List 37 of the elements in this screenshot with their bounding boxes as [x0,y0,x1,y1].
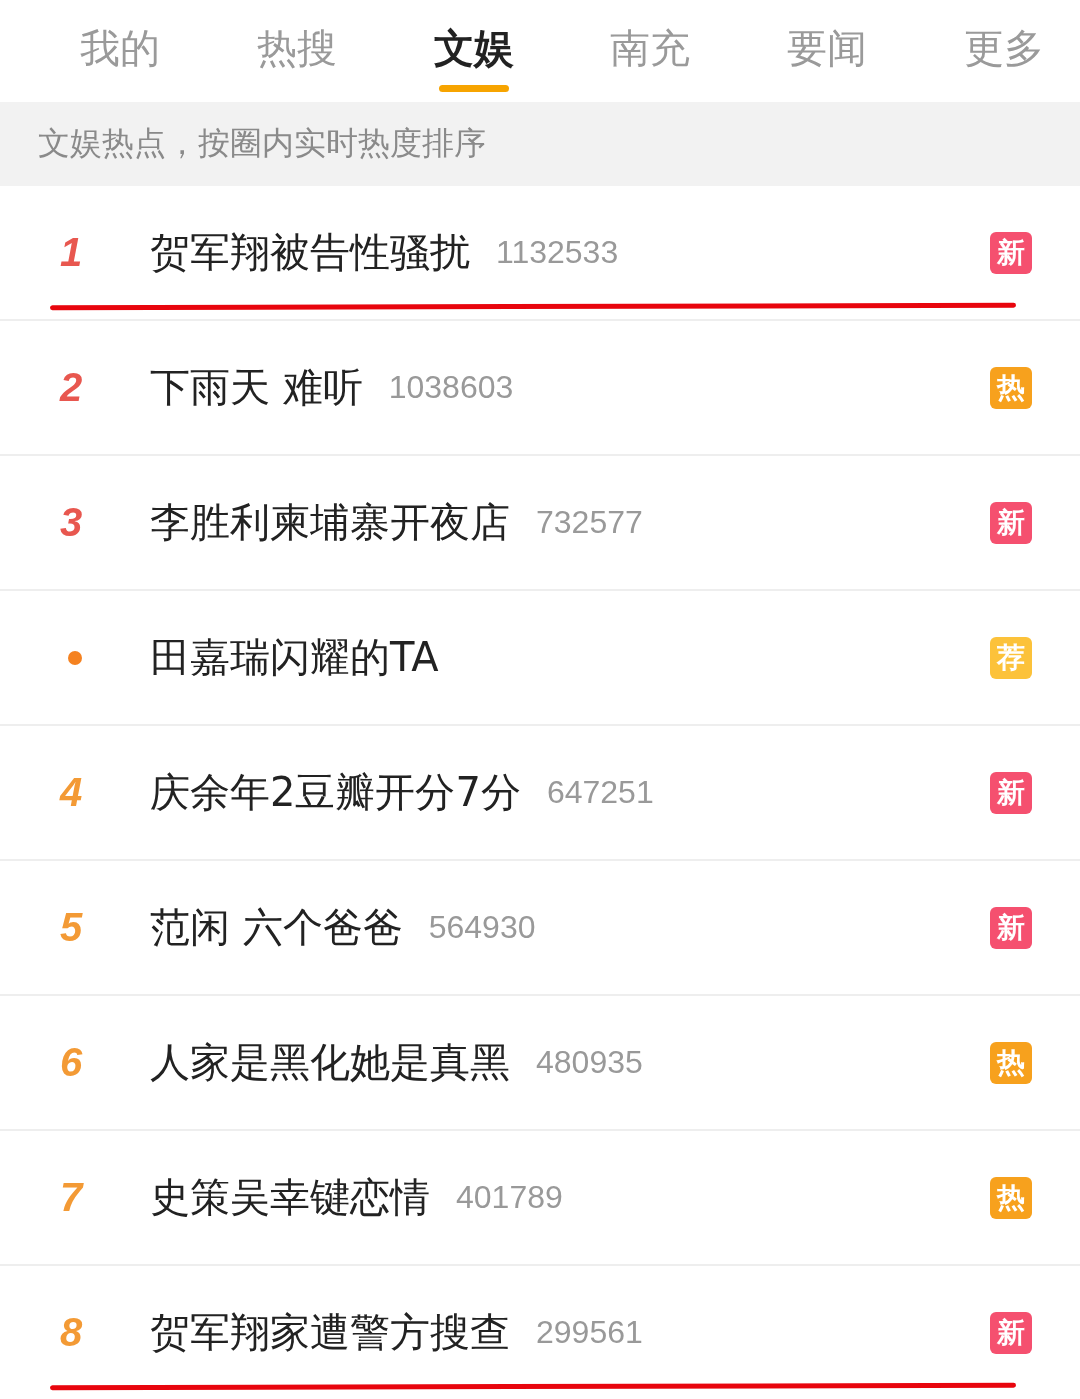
rank-number: 1 [60,230,83,274]
topic-link[interactable]: 贺军翔家遭警方搜查 [150,1305,510,1360]
tag-badge: 荐 [990,636,1032,679]
heat-count: 299561 [536,1314,643,1351]
tag-badge: 新 [990,231,1032,274]
tag-badge: 新 [990,1311,1032,1354]
rank-number: 5 [60,905,83,949]
rank-number: 4 [60,770,83,814]
topic-link[interactable]: 李胜利柬埔寨开夜店 [150,495,510,550]
tag-badge: 新 [990,771,1032,814]
topic-link[interactable]: 范闲 六个爸爸 [150,900,403,955]
rank-number: 2 [60,365,83,409]
tag-badge: 热 [990,1041,1032,1084]
tab[interactable]: 文娱 [433,0,514,102]
tag-badge: 热 [990,366,1032,409]
rank-number: 8 [60,1310,83,1354]
heat-count: 401789 [456,1179,563,1216]
heat-count: 564930 [428,909,536,946]
topic-link[interactable]: 田嘉瑞闪耀的TA [150,630,439,685]
rank-number: 6 [60,1040,83,1084]
tag-badge: 热 [990,1176,1032,1219]
topic-link[interactable]: 庆余年2豆瓣开分7分 [150,765,521,820]
heat-count: 1132533 [496,234,619,271]
topic-link[interactable]: 贺军翔被告性骚扰 [150,225,470,280]
topic-link[interactable]: 人家是黑化她是真黑 [150,1035,510,1090]
heat-count: 1038603 [388,369,514,406]
topic-link[interactable]: 史策吴幸键恋情 [150,1170,430,1225]
heat-count: 480935 [536,1044,643,1081]
topic-link[interactable]: 下雨天 难听 [150,360,363,415]
tag-badge: 新 [990,501,1032,544]
tag-badge: 新 [990,906,1032,949]
heat-count: 732577 [536,504,643,541]
rank-number: 7 [60,1175,83,1219]
section-caption: 文娱热点，按圈内实时热度排序 [0,102,1080,186]
heat-count: 647251 [546,774,654,811]
rank-number: 3 [60,500,83,544]
dot-icon [68,650,82,665]
